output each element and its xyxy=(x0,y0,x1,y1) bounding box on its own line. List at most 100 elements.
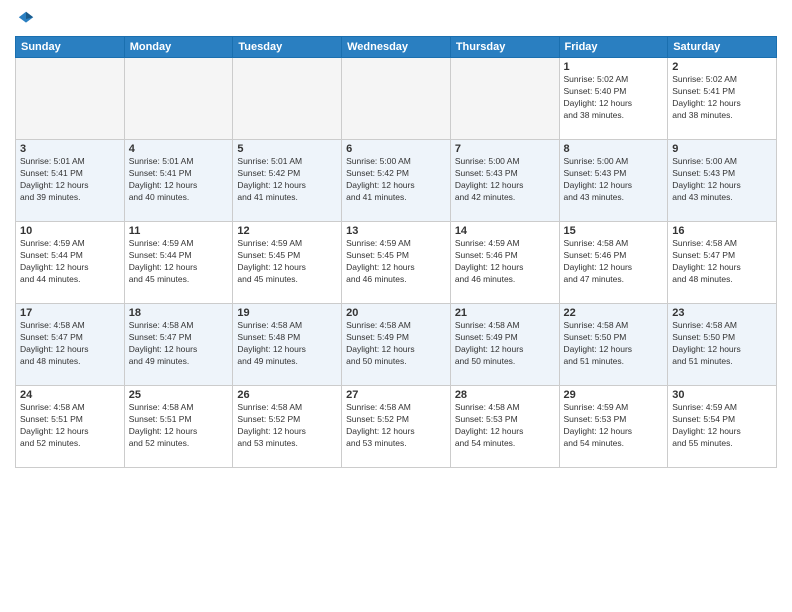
day-info: Sunrise: 4:59 AMSunset: 5:54 PMDaylight:… xyxy=(672,402,772,450)
day-info: Sunrise: 5:00 AMSunset: 5:43 PMDaylight:… xyxy=(672,156,772,204)
calendar-cell: 16Sunrise: 4:58 AMSunset: 5:47 PMDayligh… xyxy=(668,222,777,304)
day-number: 14 xyxy=(455,225,555,237)
day-info: Sunrise: 5:02 AMSunset: 5:40 PMDaylight:… xyxy=(564,74,664,122)
calendar-cell: 6Sunrise: 5:00 AMSunset: 5:42 PMDaylight… xyxy=(342,140,451,222)
calendar-cell: 28Sunrise: 4:58 AMSunset: 5:53 PMDayligh… xyxy=(450,386,559,468)
calendar-cell: 26Sunrise: 4:58 AMSunset: 5:52 PMDayligh… xyxy=(233,386,342,468)
day-number: 19 xyxy=(237,307,337,319)
day-number: 30 xyxy=(672,389,772,401)
calendar-table: SundayMondayTuesdayWednesdayThursdayFrid… xyxy=(15,36,777,468)
weekday-header-friday: Friday xyxy=(559,37,668,58)
calendar-cell: 4Sunrise: 5:01 AMSunset: 5:41 PMDaylight… xyxy=(124,140,233,222)
day-number: 8 xyxy=(564,143,664,155)
calendar-cell: 1Sunrise: 5:02 AMSunset: 5:40 PMDaylight… xyxy=(559,58,668,140)
day-info: Sunrise: 5:00 AMSunset: 5:42 PMDaylight:… xyxy=(346,156,446,204)
day-info: Sunrise: 4:58 AMSunset: 5:51 PMDaylight:… xyxy=(20,402,120,450)
calendar-cell: 2Sunrise: 5:02 AMSunset: 5:41 PMDaylight… xyxy=(668,58,777,140)
calendar-cell: 29Sunrise: 4:59 AMSunset: 5:53 PMDayligh… xyxy=(559,386,668,468)
week-row-3: 10 Sunrise: 4:59 AMSunset: 5:44 PMDayligh… xyxy=(16,222,777,304)
calendar-cell: 9Sunrise: 5:00 AMSunset: 5:43 PMDaylight… xyxy=(668,140,777,222)
day-number: 11 xyxy=(129,225,229,237)
calendar-cell: 15Sunrise: 4:58 AMSunset: 5:46 PMDayligh… xyxy=(559,222,668,304)
header xyxy=(15,10,777,28)
day-info: Sunrise: 4:58 AMSunset: 5:50 PMDaylight:… xyxy=(564,320,664,368)
calendar-cell: 30Sunrise: 4:59 AMSunset: 5:54 PMDayligh… xyxy=(668,386,777,468)
day-info: Sunrise: 4:58 AMSunset: 5:52 PMDaylight:… xyxy=(346,402,446,450)
day-number: 3 xyxy=(20,143,120,155)
week-row-2: 3Sunrise: 5:01 AMSunset: 5:41 PMDaylight… xyxy=(16,140,777,222)
day-info: Sunrise: 5:01 AMSunset: 5:41 PMDaylight:… xyxy=(129,156,229,204)
day-number: 9 xyxy=(672,143,772,155)
weekday-header-thursday: Thursday xyxy=(450,37,559,58)
day-info: Sunrise: 4:59 AMSunset: 5:45 PMDaylight:… xyxy=(346,238,446,286)
week-row-5: 24Sunrise: 4:58 AMSunset: 5:51 PMDayligh… xyxy=(16,386,777,468)
day-number: 18 xyxy=(129,307,229,319)
logo-flag-icon xyxy=(17,10,35,28)
calendar-cell: 7Sunrise: 5:00 AMSunset: 5:43 PMDaylight… xyxy=(450,140,559,222)
day-info: Sunrise: 4:58 AMSunset: 5:49 PMDaylight:… xyxy=(346,320,446,368)
day-info: Sunrise: 5:01 AMSunset: 5:42 PMDaylight:… xyxy=(237,156,337,204)
calendar-cell xyxy=(16,58,125,140)
day-info: Sunrise: 4:58 AMSunset: 5:48 PMDaylight:… xyxy=(237,320,337,368)
calendar-cell: 21Sunrise: 4:58 AMSunset: 5:49 PMDayligh… xyxy=(450,304,559,386)
calendar-cell: 12Sunrise: 4:59 AMSunset: 5:45 PMDayligh… xyxy=(233,222,342,304)
day-info: Sunrise: 4:59 AMSunset: 5:46 PMDaylight:… xyxy=(455,238,555,286)
calendar-page: SundayMondayTuesdayWednesdayThursdayFrid… xyxy=(0,0,792,612)
calendar-cell: 17Sunrise: 4:58 AMSunset: 5:47 PMDayligh… xyxy=(16,304,125,386)
day-number: 10 xyxy=(20,225,120,237)
day-number: 15 xyxy=(564,225,664,237)
calendar-cell: 8Sunrise: 5:00 AMSunset: 5:43 PMDaylight… xyxy=(559,140,668,222)
day-info: Sunrise: 4:58 AMSunset: 5:51 PMDaylight:… xyxy=(129,402,229,450)
day-number: 20 xyxy=(346,307,446,319)
calendar-cell xyxy=(233,58,342,140)
day-number: 23 xyxy=(672,307,772,319)
day-info: Sunrise: 4:58 AMSunset: 5:50 PMDaylight:… xyxy=(672,320,772,368)
day-number: 2 xyxy=(672,61,772,73)
calendar-cell: 20Sunrise: 4:58 AMSunset: 5:49 PMDayligh… xyxy=(342,304,451,386)
day-number: 16 xyxy=(672,225,772,237)
day-number: 1 xyxy=(564,61,664,73)
day-number: 26 xyxy=(237,389,337,401)
day-number: 25 xyxy=(129,389,229,401)
day-info: Sunrise: 4:59 AMSunset: 5:44 PMDaylight:… xyxy=(129,238,229,286)
day-number: 7 xyxy=(455,143,555,155)
weekday-header-monday: Monday xyxy=(124,37,233,58)
calendar-cell: 18Sunrise: 4:58 AMSunset: 5:47 PMDayligh… xyxy=(124,304,233,386)
week-row-4: 17Sunrise: 4:58 AMSunset: 5:47 PMDayligh… xyxy=(16,304,777,386)
calendar-cell: 10Sunrise: 4:59 AMSunset: 5:44 PMDayligh… xyxy=(16,222,125,304)
day-number: 29 xyxy=(564,389,664,401)
day-number: 17 xyxy=(20,307,120,319)
weekday-header-wednesday: Wednesday xyxy=(342,37,451,58)
day-number: 4 xyxy=(129,143,229,155)
weekday-header-tuesday: Tuesday xyxy=(233,37,342,58)
calendar-cell: 13Sunrise: 4:59 AMSunset: 5:45 PMDayligh… xyxy=(342,222,451,304)
day-info: Sunrise: 5:01 AMSunset: 5:41 PMDaylight:… xyxy=(20,156,120,204)
day-number: 13 xyxy=(346,225,446,237)
day-number: 12 xyxy=(237,225,337,237)
calendar-cell: 25Sunrise: 4:58 AMSunset: 5:51 PMDayligh… xyxy=(124,386,233,468)
day-info: Sunrise: 4:58 AMSunset: 5:53 PMDaylight:… xyxy=(455,402,555,450)
calendar-cell: 19Sunrise: 4:58 AMSunset: 5:48 PMDayligh… xyxy=(233,304,342,386)
day-info: Sunrise: 5:00 AMSunset: 5:43 PMDaylight:… xyxy=(564,156,664,204)
day-number: 28 xyxy=(455,389,555,401)
day-number: 27 xyxy=(346,389,446,401)
day-number: 21 xyxy=(455,307,555,319)
weekday-header-sunday: Sunday xyxy=(16,37,125,58)
weekday-header-saturday: Saturday xyxy=(668,37,777,58)
day-number: 22 xyxy=(564,307,664,319)
calendar-cell xyxy=(124,58,233,140)
day-info: Sunrise: 5:02 AMSunset: 5:41 PMDaylight:… xyxy=(672,74,772,122)
day-info: Sunrise: 4:59 AMSunset: 5:53 PMDaylight:… xyxy=(564,402,664,450)
day-info: Sunrise: 4:59 AMSunset: 5:45 PMDaylight:… xyxy=(237,238,337,286)
day-number: 24 xyxy=(20,389,120,401)
calendar-cell: 5Sunrise: 5:01 AMSunset: 5:42 PMDaylight… xyxy=(233,140,342,222)
day-info: Sunrise: 4:58 AMSunset: 5:47 PMDaylight:… xyxy=(129,320,229,368)
week-row-1: 1Sunrise: 5:02 AMSunset: 5:40 PMDaylight… xyxy=(16,58,777,140)
day-info: Sunrise: 4:58 AMSunset: 5:47 PMDaylight:… xyxy=(672,238,772,286)
calendar-cell: 23Sunrise: 4:58 AMSunset: 5:50 PMDayligh… xyxy=(668,304,777,386)
day-info: Sunrise: 4:58 AMSunset: 5:47 PMDaylight:… xyxy=(20,320,120,368)
calendar-cell: 27Sunrise: 4:58 AMSunset: 5:52 PMDayligh… xyxy=(342,386,451,468)
day-number: 5 xyxy=(237,143,337,155)
day-info: Sunrise: 4:58 AMSunset: 5:52 PMDaylight:… xyxy=(237,402,337,450)
day-info: Sunrise: 5:00 AMSunset: 5:43 PMDaylight:… xyxy=(455,156,555,204)
